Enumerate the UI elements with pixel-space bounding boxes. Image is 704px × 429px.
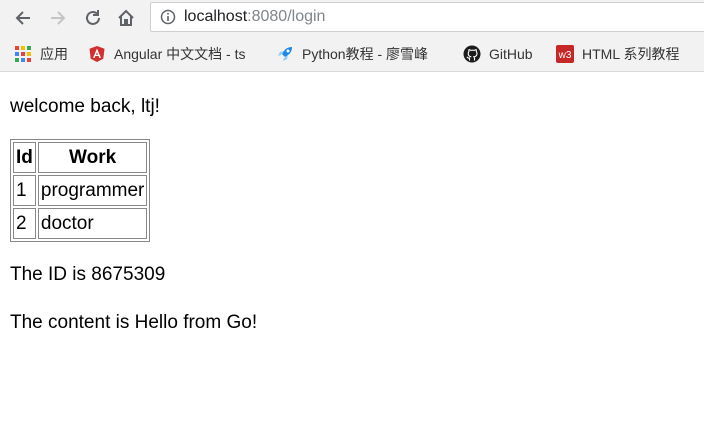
bookmark-apps[interactable]: 应用 — [14, 44, 68, 64]
info-icon[interactable] — [160, 9, 176, 25]
table-row: 1 programmer — [13, 175, 148, 206]
address-bar[interactable]: localhost:8080/login — [150, 2, 704, 32]
w3-icon: w3 — [556, 45, 574, 63]
rocket-icon — [278, 47, 292, 61]
table-row: 2 doctor — [13, 208, 148, 239]
reload-icon — [86, 10, 100, 25]
back-button[interactable] — [12, 7, 34, 29]
bookmark-label: Angular 中文文档 - ts — [114, 46, 246, 62]
home-button[interactable] — [115, 7, 137, 29]
bookmark-github[interactable]: GitHub — [463, 44, 533, 64]
back-arrow-icon — [15, 11, 30, 25]
column-header-work: Work — [37, 142, 148, 173]
id-text: The ID is 8675309 — [10, 264, 166, 285]
bookmark-label: Python教程 - 廖雪峰 — [302, 46, 429, 62]
svg-text:w3: w3 — [558, 50, 572, 61]
forward-arrow-icon — [51, 11, 66, 25]
github-icon — [463, 45, 481, 63]
bookmark-label: HTML 系列教程 — [582, 46, 680, 62]
bookmark-w3[interactable]: w3 HTML 系列教程 — [556, 44, 679, 64]
bookmarks-bar: 应用 Angular 中文文档 - ts Python教程 - 廖雪峰 GitH… — [0, 36, 704, 72]
content-text: The content is Hello from Go! — [10, 312, 258, 333]
bookmark-label: GitHub — [489, 46, 533, 62]
bookmark-python[interactable]: Python教程 - 廖雪峰 — [276, 44, 428, 64]
angular-icon — [89, 46, 105, 62]
url-path: :8080/login — [247, 8, 326, 25]
apps-grid-icon — [15, 46, 31, 62]
bookmark-label: 应用 — [40, 46, 68, 62]
table-cell-id: 1 — [13, 175, 36, 206]
reload-button[interactable] — [82, 7, 104, 29]
forward-button[interactable] — [47, 7, 69, 29]
browser-toolbar: localhost:8080/login — [0, 0, 704, 36]
table-cell-work: programmer — [37, 175, 148, 206]
table-cell-id: 2 — [13, 208, 36, 239]
url-host: localhost — [184, 8, 248, 25]
column-header-id: Id — [13, 142, 36, 173]
table-cell-work: doctor — [37, 208, 148, 239]
table-header-row: Id Work — [13, 142, 148, 173]
welcome-message: welcome back, ltj! — [10, 96, 160, 117]
home-icon — [118, 9, 134, 26]
bookmark-angular[interactable]: Angular 中文文档 - ts — [88, 44, 245, 64]
work-table: Id Work 1 programmer 2 doctor — [10, 139, 151, 242]
url-text[interactable]: localhost:8080/login — [184, 8, 325, 26]
